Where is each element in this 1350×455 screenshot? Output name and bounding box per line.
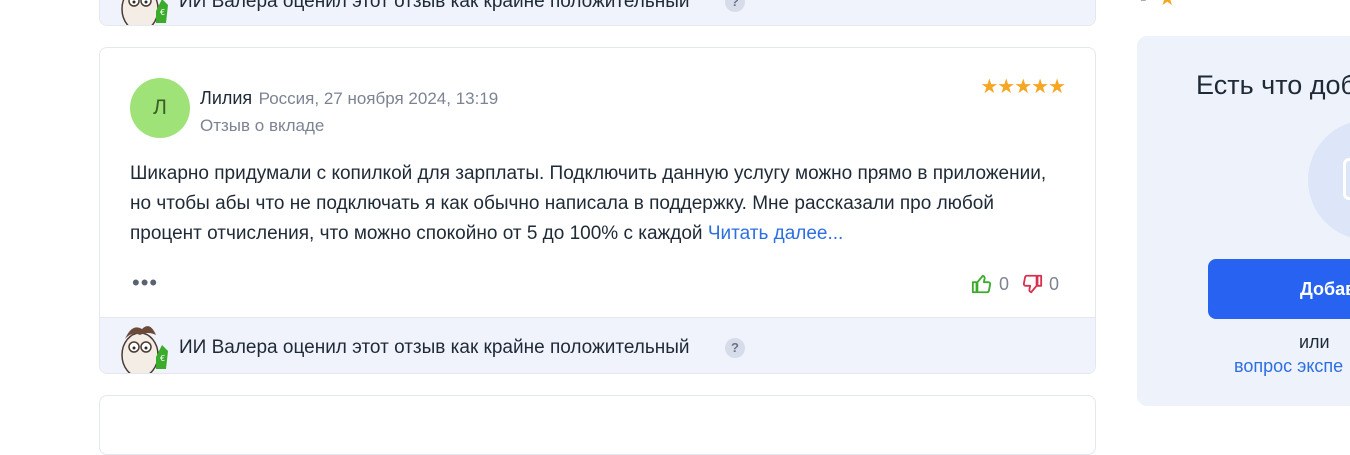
ai-valera-mascot-icon: € bbox=[121, 0, 168, 25]
more-options-icon[interactable]: ••• bbox=[132, 270, 158, 296]
thumbs-down-icon[interactable] bbox=[1021, 273, 1043, 295]
next-review-card bbox=[99, 395, 1096, 455]
review-meta: Россия, 27 ноября 2024, 13:19 bbox=[258, 89, 499, 108]
review-card: Л Лилия Россия, 27 ноября 2024, 13:19 От… bbox=[99, 47, 1096, 374]
thumbs-up-icon[interactable] bbox=[971, 273, 993, 295]
star-icon: ★ bbox=[1158, 0, 1176, 10]
sidebar-title: Есть что доб bbox=[1196, 70, 1350, 100]
dislikes-count: 0 bbox=[1048, 273, 1059, 294]
dash: - bbox=[1140, 0, 1147, 10]
review-type: Отзыв о вкладе bbox=[200, 116, 325, 135]
author-name[interactable]: Лилия bbox=[200, 88, 252, 108]
rating-fragment: - ★ bbox=[1140, 0, 1176, 11]
rating-stars: ★★★★★ bbox=[980, 76, 1066, 98]
help-icon[interactable]: ? bbox=[725, 338, 745, 358]
read-more-link[interactable]: Читать далее... bbox=[708, 223, 844, 244]
likes-count: 0 bbox=[998, 273, 1009, 294]
ai-rating-text: ИИ Валера оценил этот отзыв как крайне п… bbox=[179, 0, 690, 12]
ai-rating-text: ИИ Валера оценил этот отзыв как крайне п… bbox=[179, 337, 690, 358]
document-icon bbox=[1343, 158, 1350, 200]
previous-review-card: € ИИ Валера оценил этот отзыв как крайне… bbox=[99, 0, 1096, 26]
votes: 0 0 bbox=[971, 273, 1065, 295]
ai-rating-strip: € ИИ Валера оценил этот отзыв как крайне… bbox=[100, 0, 1095, 25]
author-line: Лилия Россия, 27 ноября 2024, 13:19 bbox=[200, 88, 498, 109]
ai-rating-strip: € ИИ Валера оценил этот отзыв как крайне… bbox=[100, 317, 1095, 373]
avatar: Л bbox=[130, 78, 190, 138]
sidebar-or-text: или bbox=[1299, 332, 1330, 352]
sidebar-illustration bbox=[1308, 120, 1350, 240]
svg-text:€: € bbox=[160, 354, 165, 363]
add-review-button[interactable]: Добав bbox=[1208, 259, 1350, 319]
ai-valera-mascot-icon: € bbox=[121, 326, 168, 373]
help-icon[interactable]: ? bbox=[725, 0, 745, 12]
review-text: Шикарно придумали с копилкой для зарплат… bbox=[130, 159, 1070, 249]
add-review-panel: Есть что доб Добав или вопрос экспе bbox=[1137, 36, 1350, 406]
ask-expert-link[interactable]: вопрос экспе bbox=[1234, 356, 1343, 377]
review-body: Шикарно придумали с копилкой для зарплат… bbox=[130, 163, 1047, 244]
svg-text:€: € bbox=[160, 8, 165, 17]
